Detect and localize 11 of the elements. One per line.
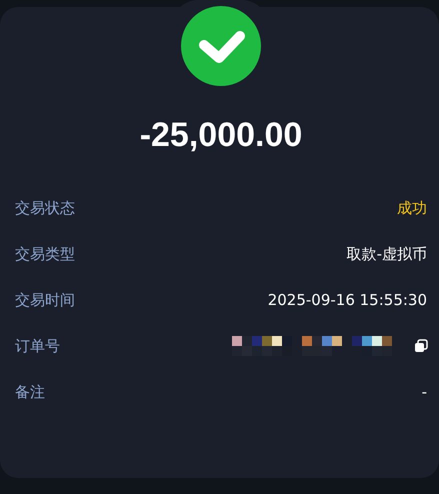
detail-label: 备注 [15, 382, 45, 402]
detail-label: 交易类型 [15, 244, 75, 264]
detail-value: - [422, 383, 427, 401]
copy-icon[interactable] [414, 339, 428, 353]
detail-label: 交易时间 [15, 290, 75, 310]
detail-value: 2025-09-16 15:55:30 [268, 291, 427, 309]
detail-label: 交易状态 [15, 198, 75, 218]
detail-value: 取款-虚拟币 [346, 244, 427, 264]
amount-text: -25,000.00 [140, 115, 302, 155]
detail-label: 订单号 [15, 336, 60, 356]
status-value: 成功 [397, 198, 427, 218]
